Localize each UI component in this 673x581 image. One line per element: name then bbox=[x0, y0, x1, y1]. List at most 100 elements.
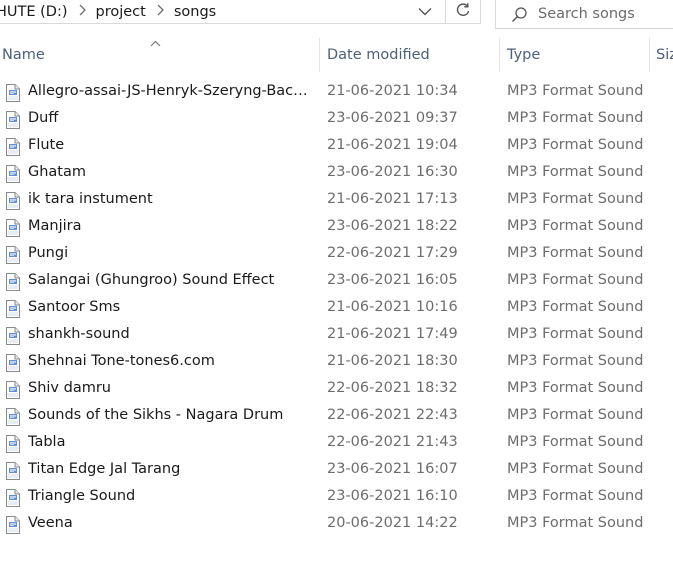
mp3-file-icon bbox=[5, 111, 21, 129]
mp3-file-icon bbox=[5, 327, 21, 345]
file-name[interactable]: Flute bbox=[28, 137, 313, 153]
table-row[interactable]: shankh-sound 21-06-2021 17:49 MP3 Format S… bbox=[0, 322, 673, 349]
table-row[interactable]: Shehnai Tone-tones6.com 21-06-2021 18:30 M… bbox=[0, 349, 673, 376]
address-bar[interactable]: HUTE (D:) project songs bbox=[0, 0, 446, 24]
mp3-file-icon bbox=[5, 516, 21, 534]
file-type: MP3 Format Sound bbox=[507, 137, 644, 153]
table-row[interactable]: Duff 23-06-2021 09:37 MP3 Format Sound bbox=[0, 106, 673, 133]
file-name[interactable]: Shehnai Tone-tones6.com bbox=[28, 353, 313, 369]
column-divider[interactable] bbox=[319, 38, 320, 72]
file-date-modified: 23-06-2021 16:10 bbox=[327, 488, 458, 504]
file-name[interactable]: Santoor Sms bbox=[28, 299, 313, 315]
file-name[interactable]: Veena bbox=[28, 515, 313, 531]
column-header-name-label: Name bbox=[2, 47, 45, 63]
table-row[interactable]: Manjira 23-06-2021 18:22 MP3 Format Sound bbox=[0, 214, 673, 241]
column-header-size[interactable]: Siz bbox=[654, 40, 673, 70]
file-name[interactable]: Ghatam bbox=[28, 164, 313, 180]
mp3-file-icon bbox=[5, 84, 21, 102]
file-date-modified: 20-06-2021 14:22 bbox=[327, 515, 458, 531]
table-row[interactable]: Sounds of the Sikhs - Nagara Drum 22-06-2… bbox=[0, 403, 673, 430]
file-list: Allegro-assai-JS-Henryk-Szeryng-Bach-re.… bbox=[0, 79, 673, 538]
file-name[interactable]: Pungi bbox=[28, 245, 313, 261]
file-date-modified: 21-06-2021 10:34 bbox=[327, 83, 458, 99]
column-divider[interactable] bbox=[649, 38, 650, 72]
table-row[interactable]: Pungi 22-06-2021 17:29 MP3 Format Sound bbox=[0, 241, 673, 268]
mp3-file-icon bbox=[5, 138, 21, 156]
file-name[interactable]: Sounds of the Sikhs - Nagara Drum bbox=[28, 407, 313, 423]
mp3-file-icon bbox=[5, 300, 21, 318]
breadcrumb-drive[interactable]: HUTE (D:) bbox=[0, 4, 76, 20]
file-date-modified: 23-06-2021 16:05 bbox=[327, 272, 458, 288]
file-type: MP3 Format Sound bbox=[507, 461, 644, 477]
file-date-modified: 21-06-2021 19:04 bbox=[327, 137, 458, 153]
mp3-file-icon bbox=[5, 246, 21, 264]
refresh-button[interactable] bbox=[446, 0, 481, 24]
file-type: MP3 Format Sound bbox=[507, 218, 644, 234]
chevron-right-icon[interactable] bbox=[154, 4, 174, 20]
table-row[interactable]: Titan Edge Jal Tarang 23-06-2021 16:07 MP3… bbox=[0, 457, 673, 484]
file-type: MP3 Format Sound bbox=[507, 164, 644, 180]
table-row[interactable]: Flute 21-06-2021 19:04 MP3 Format Sound bbox=[0, 133, 673, 160]
file-name[interactable]: Allegro-assai-JS-Henryk-Szeryng-Bach-re.… bbox=[28, 83, 313, 99]
column-divider[interactable] bbox=[499, 38, 500, 72]
file-type: MP3 Format Sound bbox=[507, 83, 644, 99]
table-row[interactable]: Tabla 22-06-2021 21:43 MP3 Format Sound bbox=[0, 430, 673, 457]
file-type: MP3 Format Sound bbox=[507, 191, 644, 207]
file-type: MP3 Format Sound bbox=[507, 380, 644, 396]
table-row[interactable]: Salangai (Ghungroo) Sound Effect 23-06-20… bbox=[0, 268, 673, 295]
file-type: MP3 Format Sound bbox=[507, 407, 644, 423]
mp3-file-icon bbox=[5, 273, 21, 291]
mp3-file-icon bbox=[5, 219, 21, 237]
table-row[interactable]: ik tara instument 21-06-2021 17:13 MP3 For… bbox=[0, 187, 673, 214]
table-row[interactable]: Santoor Sms 21-06-2021 10:16 MP3 Format So… bbox=[0, 295, 673, 322]
mp3-file-icon bbox=[5, 381, 21, 399]
search-input[interactable] bbox=[538, 6, 673, 22]
file-name[interactable]: Titan Edge Jal Tarang bbox=[28, 461, 313, 477]
column-header-type[interactable]: Type bbox=[505, 40, 648, 70]
breadcrumb-songs[interactable]: songs bbox=[174, 4, 224, 20]
address-history-dropdown[interactable] bbox=[412, 0, 438, 23]
file-name[interactable]: Duff bbox=[28, 110, 313, 126]
table-row[interactable]: Veena 20-06-2021 14:22 MP3 Format Sound bbox=[0, 511, 673, 538]
file-name[interactable]: Shiv damru bbox=[28, 380, 313, 396]
file-date-modified: 21-06-2021 10:16 bbox=[327, 299, 458, 315]
column-header-name[interactable]: Name bbox=[0, 40, 319, 70]
file-name[interactable]: Manjira bbox=[28, 218, 313, 234]
file-date-modified: 21-06-2021 18:30 bbox=[327, 353, 458, 369]
table-row[interactable]: Ghatam 23-06-2021 16:30 MP3 Format Sound bbox=[0, 160, 673, 187]
mp3-file-icon bbox=[5, 435, 21, 453]
file-date-modified: 23-06-2021 18:22 bbox=[327, 218, 458, 234]
file-date-modified: 23-06-2021 16:07 bbox=[327, 461, 458, 477]
file-date-modified: 23-06-2021 09:37 bbox=[327, 110, 458, 126]
table-row[interactable]: Shiv damru 22-06-2021 18:32 MP3 Format Sou… bbox=[0, 376, 673, 403]
file-name[interactable]: shankh-sound bbox=[28, 326, 313, 342]
chevron-right-icon[interactable] bbox=[76, 4, 96, 20]
mp3-file-icon bbox=[5, 192, 21, 210]
file-name[interactable]: Salangai (Ghungroo) Sound Effect bbox=[28, 272, 313, 288]
mp3-file-icon bbox=[5, 489, 21, 507]
mp3-file-icon bbox=[5, 165, 21, 183]
mp3-file-icon bbox=[5, 354, 21, 372]
breadcrumb-project[interactable]: project bbox=[96, 4, 154, 20]
file-type: MP3 Format Sound bbox=[507, 488, 644, 504]
mp3-file-icon bbox=[5, 408, 21, 426]
chevron-down-icon bbox=[418, 4, 432, 20]
refresh-icon bbox=[455, 2, 471, 22]
file-type: MP3 Format Sound bbox=[507, 515, 644, 531]
search-box[interactable] bbox=[495, 0, 673, 29]
search-icon bbox=[511, 6, 528, 23]
file-type: MP3 Format Sound bbox=[507, 299, 644, 315]
table-row[interactable]: Allegro-assai-JS-Henryk-Szeryng-Bach-re.… bbox=[0, 79, 673, 106]
file-date-modified: 23-06-2021 16:30 bbox=[327, 164, 458, 180]
file-date-modified: 22-06-2021 18:32 bbox=[327, 380, 458, 396]
column-header-date-modified[interactable]: Date modified bbox=[325, 40, 498, 70]
file-date-modified: 21-06-2021 17:49 bbox=[327, 326, 458, 342]
table-row[interactable]: Triangle Sound 23-06-2021 16:10 MP3 Format… bbox=[0, 484, 673, 511]
column-header-size-label: Siz bbox=[656, 47, 673, 63]
column-header-date-label: Date modified bbox=[327, 47, 430, 63]
file-date-modified: 22-06-2021 22:43 bbox=[327, 407, 458, 423]
file-name[interactable]: Tabla bbox=[28, 434, 313, 450]
file-name[interactable]: ik tara instument bbox=[28, 191, 313, 207]
file-type: MP3 Format Sound bbox=[507, 245, 644, 261]
file-name[interactable]: Triangle Sound bbox=[28, 488, 313, 504]
